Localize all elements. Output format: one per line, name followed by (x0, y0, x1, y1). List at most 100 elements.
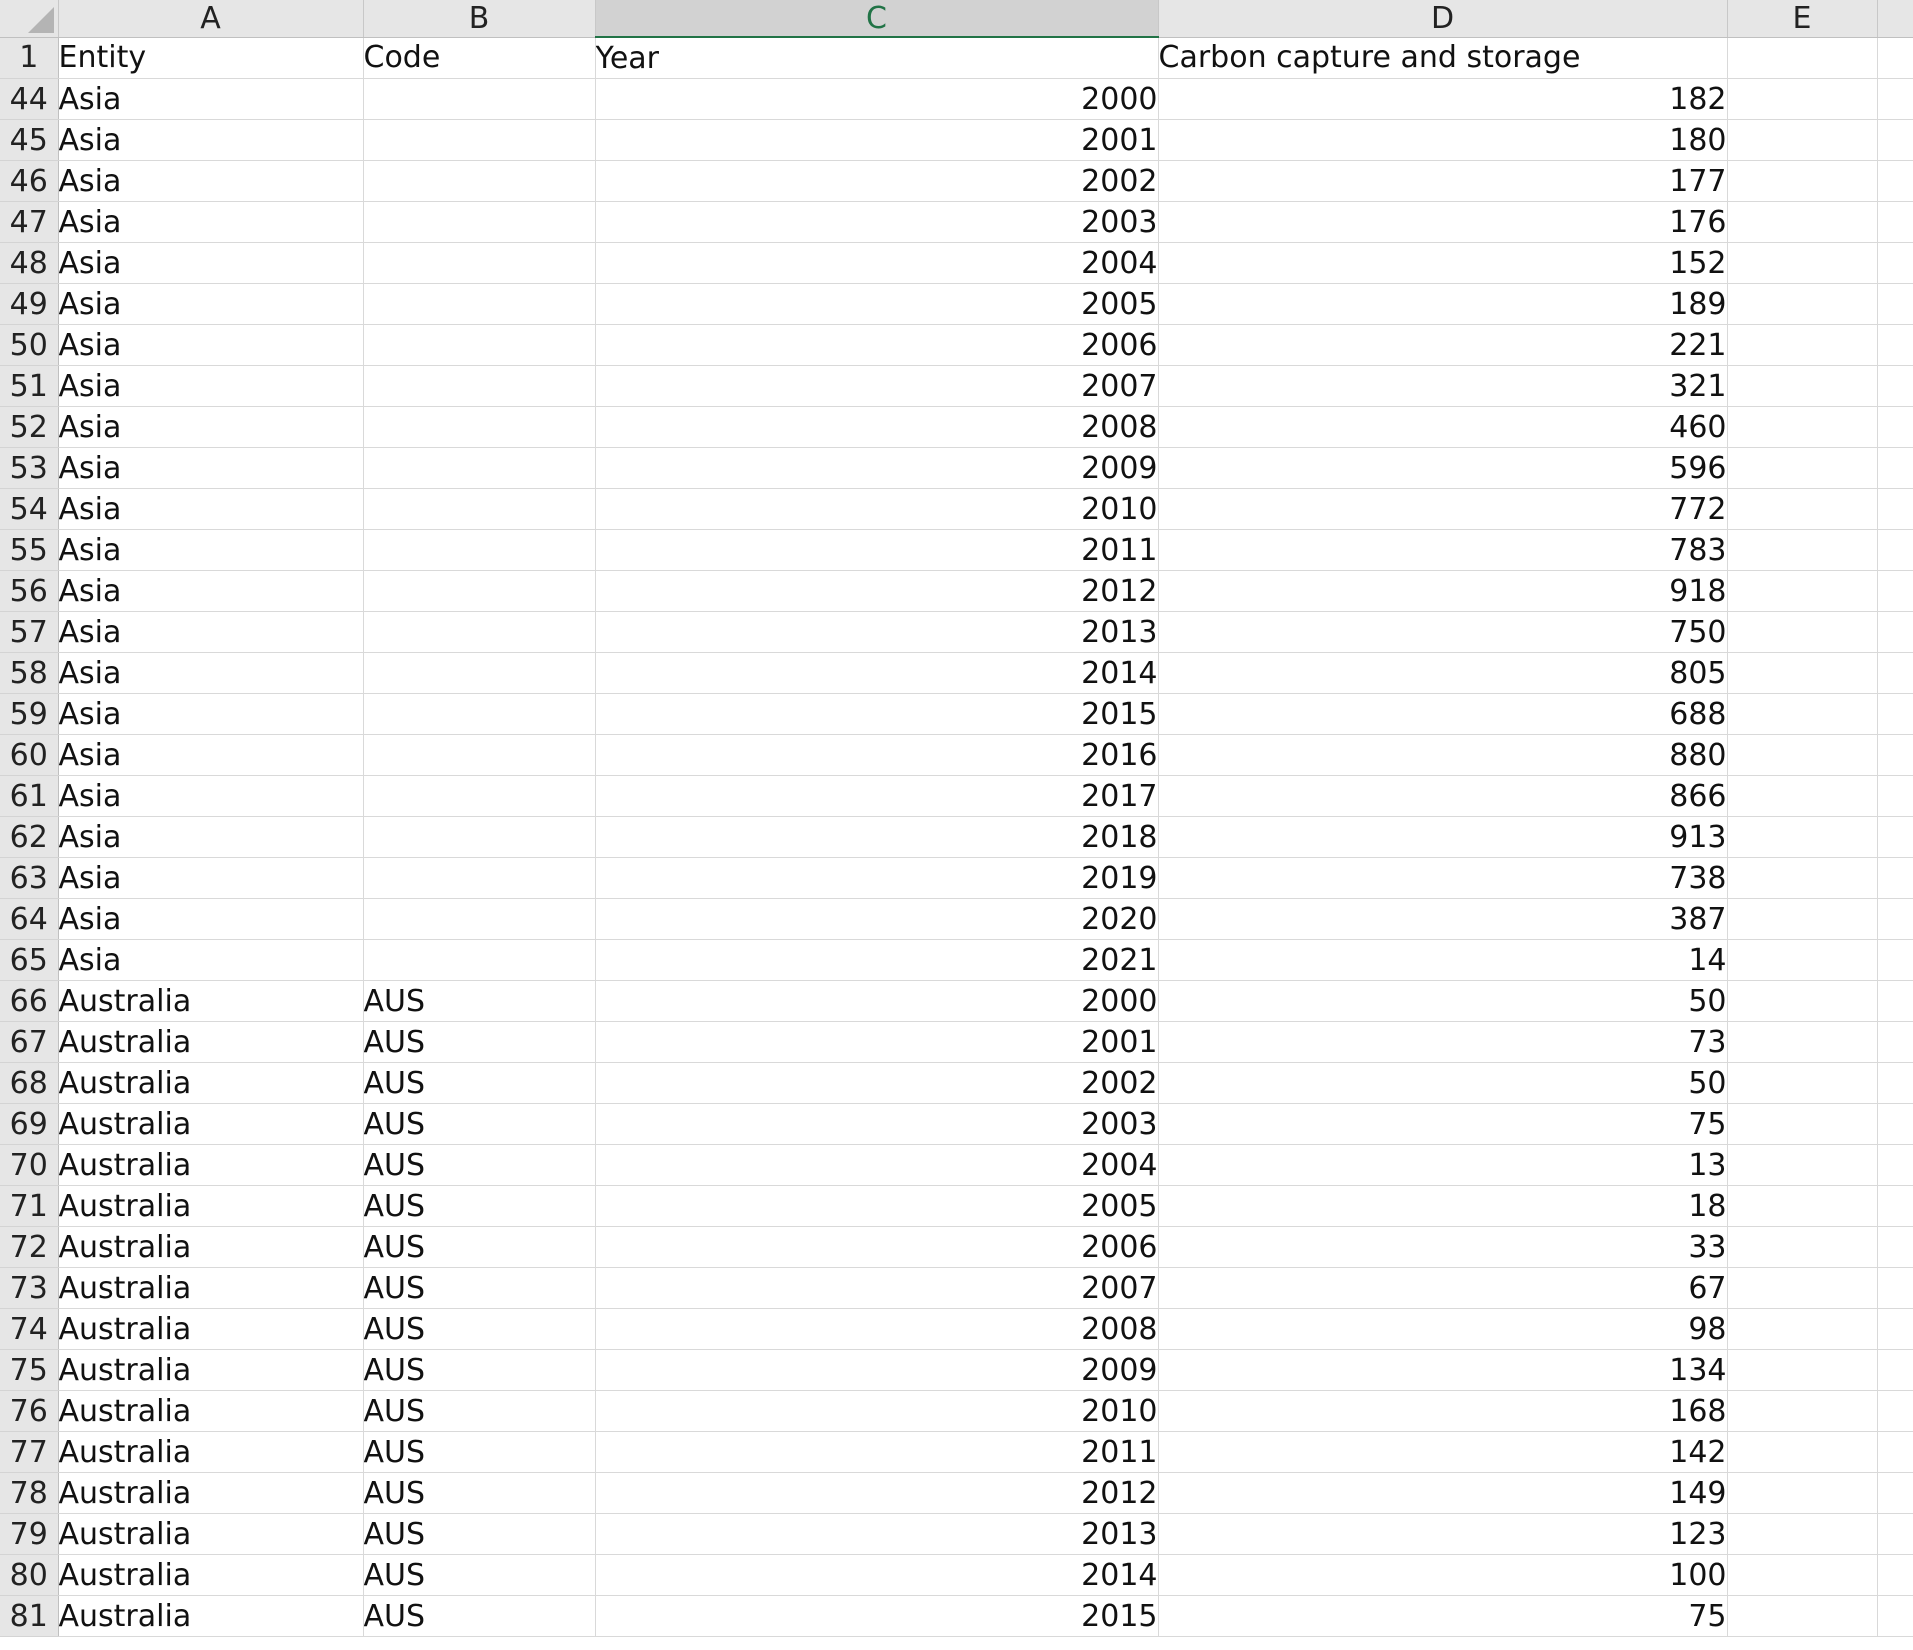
cell-empty[interactable] (1877, 816, 1913, 858)
cell-empty[interactable] (1727, 447, 1878, 489)
row-header[interactable]: 61 (0, 775, 59, 817)
column-header-c[interactable]: C (595, 0, 1159, 38)
cell-empty[interactable] (1727, 1513, 1878, 1555)
cell-entity[interactable]: Australia (58, 1308, 364, 1350)
cell-year[interactable]: 2010 (595, 1390, 1159, 1432)
cell-value[interactable]: 918 (1158, 570, 1728, 612)
cell-value[interactable]: 750 (1158, 611, 1728, 653)
cell-value[interactable]: 177 (1158, 160, 1728, 202)
cell-code[interactable] (363, 652, 596, 694)
cell-code[interactable] (363, 78, 596, 120)
cell-value[interactable]: 688 (1158, 693, 1728, 735)
cell-empty[interactable] (1727, 857, 1878, 899)
cell-value[interactable]: 149 (1158, 1472, 1728, 1514)
cell-empty[interactable] (1877, 1185, 1913, 1227)
cell-entity[interactable]: Asia (58, 898, 364, 940)
select-all-corner[interactable] (0, 0, 59, 38)
row-header[interactable]: 1 (0, 37, 59, 79)
cell-empty[interactable] (1727, 1144, 1878, 1186)
cell-entity[interactable]: Asia (58, 857, 364, 899)
row-header[interactable]: 69 (0, 1103, 59, 1145)
row-header[interactable]: 52 (0, 406, 59, 448)
row-header[interactable]: 53 (0, 447, 59, 489)
cell-entity[interactable]: Asia (58, 242, 364, 284)
column-header-a[interactable]: A (58, 0, 364, 38)
cell-entity[interactable]: Asia (58, 119, 364, 161)
cell-value[interactable]: 387 (1158, 898, 1728, 940)
cell-entity[interactable]: Australia (58, 1431, 364, 1473)
cell-empty[interactable] (1727, 693, 1878, 735)
cell-entity[interactable]: Asia (58, 816, 364, 858)
cell-value[interactable]: 321 (1158, 365, 1728, 407)
cell-value[interactable]: 18 (1158, 1185, 1728, 1227)
cell-value[interactable]: 913 (1158, 816, 1728, 858)
cell-code[interactable] (363, 283, 596, 325)
cell-empty[interactable] (1727, 1185, 1878, 1227)
column-header-b[interactable]: B (363, 0, 596, 38)
cell-entity[interactable]: Asia (58, 570, 364, 612)
cell-empty[interactable] (1877, 488, 1913, 530)
cell-empty[interactable] (1877, 980, 1913, 1022)
cell-year[interactable]: 2006 (595, 1226, 1159, 1268)
cell-entity[interactable]: Asia (58, 939, 364, 981)
cell-code[interactable] (363, 447, 596, 489)
cell-empty[interactable] (1727, 939, 1878, 981)
cell-empty[interactable] (1727, 570, 1878, 612)
cell-code[interactable]: AUS (363, 1472, 596, 1514)
cell-year[interactable]: 2003 (595, 1103, 1159, 1145)
cell-empty[interactable] (1727, 406, 1878, 448)
cell-code[interactable]: AUS (363, 1267, 596, 1309)
row-header[interactable]: 65 (0, 939, 59, 981)
row-header[interactable]: 45 (0, 119, 59, 161)
row-header[interactable]: 62 (0, 816, 59, 858)
row-header[interactable]: 70 (0, 1144, 59, 1186)
cell-code[interactable] (363, 611, 596, 653)
cell-code[interactable]: AUS (363, 1308, 596, 1350)
cell-entity[interactable]: Asia (58, 734, 364, 776)
cell-year[interactable]: 2016 (595, 734, 1159, 776)
cell-entity[interactable]: Australia (58, 1554, 364, 1596)
cell-empty[interactable] (1727, 283, 1878, 325)
cell-code[interactable]: AUS (363, 980, 596, 1022)
cell-year[interactable]: 2007 (595, 1267, 1159, 1309)
row-header[interactable]: 78 (0, 1472, 59, 1514)
cell-empty[interactable] (1877, 1554, 1913, 1596)
cell-value[interactable]: 50 (1158, 980, 1728, 1022)
cell-value[interactable]: 123 (1158, 1513, 1728, 1555)
cell-empty[interactable] (1727, 1554, 1878, 1596)
row-header[interactable]: 68 (0, 1062, 59, 1104)
cell-empty[interactable] (1877, 734, 1913, 776)
cell-year[interactable]: 2008 (595, 406, 1159, 448)
cell-empty[interactable] (1727, 1103, 1878, 1145)
cell-value[interactable]: 866 (1158, 775, 1728, 817)
cell-value[interactable]: 460 (1158, 406, 1728, 448)
cell-empty[interactable] (1877, 201, 1913, 243)
cell-entity[interactable]: Asia (58, 447, 364, 489)
row-header[interactable]: 59 (0, 693, 59, 735)
cell-year[interactable]: 2014 (595, 652, 1159, 694)
cell-empty[interactable] (1877, 1021, 1913, 1063)
cell-code[interactable] (363, 242, 596, 284)
cell-entity[interactable]: Asia (58, 529, 364, 571)
cell-entity[interactable]: Asia (58, 406, 364, 448)
cell-empty[interactable] (1877, 78, 1913, 120)
cell-value[interactable]: 168 (1158, 1390, 1728, 1432)
cell-year[interactable]: 2007 (595, 365, 1159, 407)
cell-empty[interactable] (1727, 1595, 1878, 1637)
cell-year[interactable]: 2014 (595, 1554, 1159, 1596)
row-header[interactable]: 66 (0, 980, 59, 1022)
row-header[interactable]: 73 (0, 1267, 59, 1309)
cell-value[interactable]: 14 (1158, 939, 1728, 981)
cell-code[interactable] (363, 406, 596, 448)
cell-year[interactable]: 2013 (595, 1513, 1159, 1555)
cell-code[interactable]: AUS (363, 1021, 596, 1063)
cell-empty[interactable] (1727, 365, 1878, 407)
cell-entity[interactable]: Australia (58, 1062, 364, 1104)
cell-empty[interactable] (1877, 570, 1913, 612)
row-header[interactable]: 67 (0, 1021, 59, 1063)
cell-code[interactable] (363, 488, 596, 530)
row-header[interactable]: 54 (0, 488, 59, 530)
cell-empty[interactable] (1727, 980, 1878, 1022)
cell-value[interactable]: 134 (1158, 1349, 1728, 1391)
cell-empty[interactable] (1727, 1308, 1878, 1350)
